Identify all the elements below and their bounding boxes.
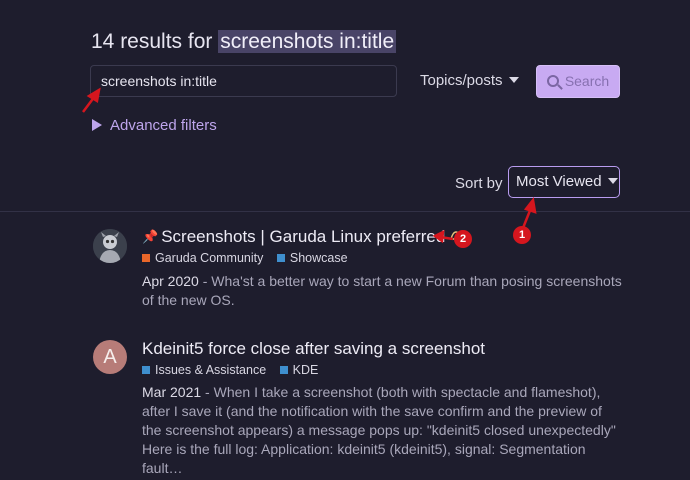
- arrow-head-icon: [86, 87, 101, 104]
- arrow-head-icon: [432, 229, 445, 244]
- annotation-badge-2: 2: [454, 230, 472, 248]
- arrow-head-icon: [523, 196, 537, 214]
- annotation-badge-1: 1: [513, 226, 531, 244]
- annotation-overlay: [82, 87, 537, 244]
